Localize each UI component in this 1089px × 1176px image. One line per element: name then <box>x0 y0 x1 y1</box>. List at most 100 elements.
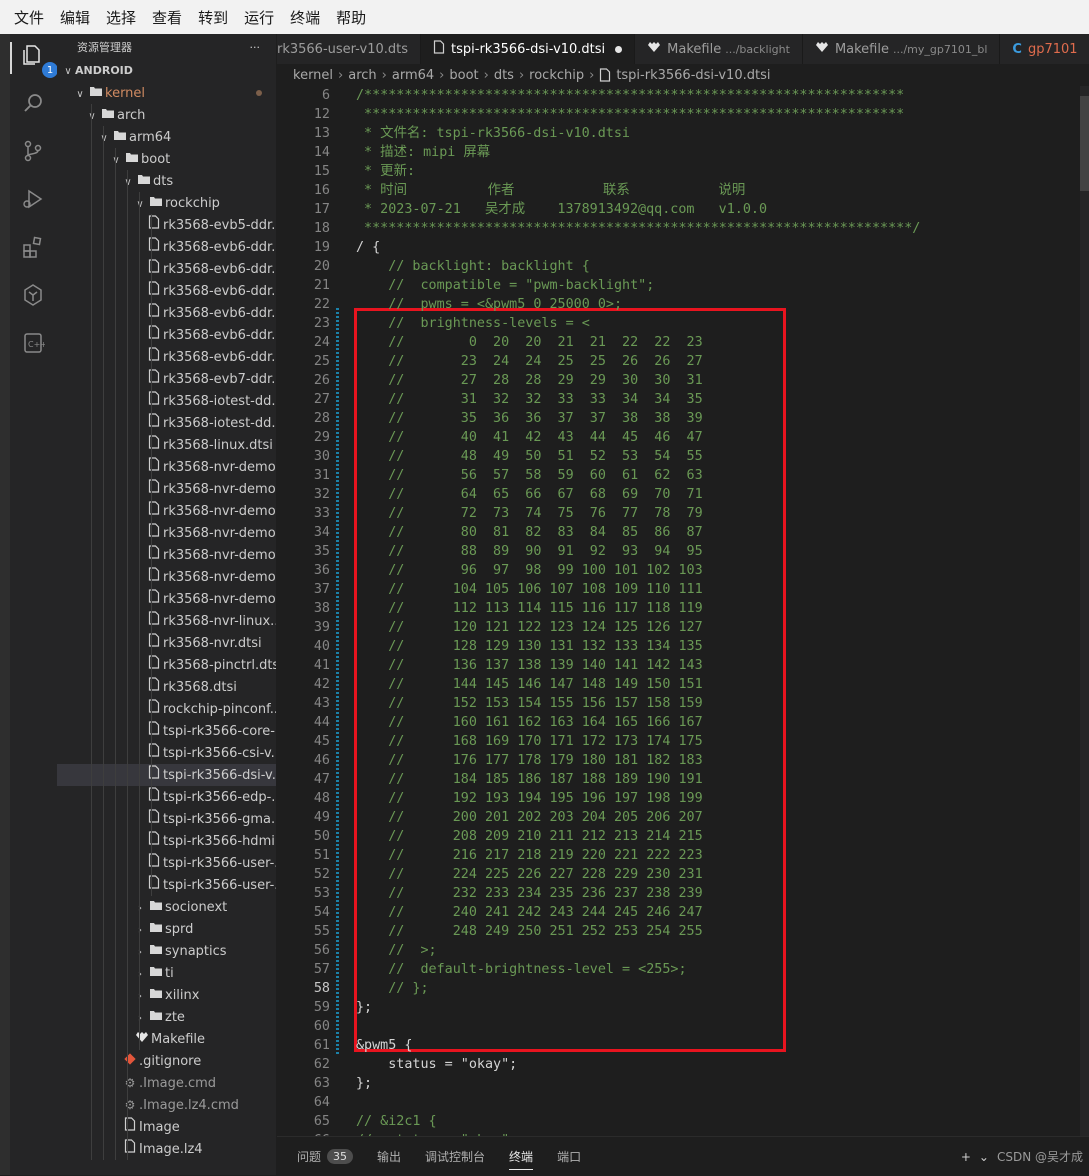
breadcrumb-item[interactable]: boot <box>449 68 478 83</box>
tree-item-file[interactable]: tspi-rk3566-dsi-v... <box>57 764 276 786</box>
tree-item-folder[interactable]: › ti <box>57 962 276 984</box>
tree-item-file[interactable]: rockchip-pinconf.... <box>57 698 276 720</box>
tree-item-file[interactable]: rk3568-evb6-ddr... <box>57 302 276 324</box>
breadcrumb-item[interactable]: arch <box>348 68 376 83</box>
add-terminal-icon[interactable]: + <box>961 1150 971 1164</box>
indent-guide <box>91 434 92 456</box>
unsaved-dot-icon[interactable] <box>615 45 623 53</box>
menu-item[interactable]: 运行 <box>236 7 282 28</box>
tree-item-git[interactable]: .gitignore <box>57 1050 276 1072</box>
menu-item[interactable]: 转到 <box>190 7 236 28</box>
tree-item-folder[interactable]: › xilinx <box>57 984 276 1006</box>
more-actions-icon[interactable]: ··· <box>250 41 261 54</box>
tree-item-file[interactable]: rk3568-nvr.dtsi <box>57 632 276 654</box>
panel-tab-label: 端口 <box>557 1150 582 1164</box>
tree-item-folder[interactable]: › sprd <box>57 918 276 940</box>
tree-item-file[interactable]: rk3568-linux.dtsi <box>57 434 276 456</box>
run-debug-icon[interactable] <box>20 186 46 212</box>
breadcrumb-item[interactable]: dts <box>494 68 514 83</box>
tree-item-folder[interactable]: ∨ kernel <box>57 82 276 104</box>
breadcrumb-item[interactable]: kernel <box>293 68 333 83</box>
tree-item-folder[interactable]: ∨ boot <box>57 148 276 170</box>
menu-item[interactable]: 编辑 <box>52 7 98 28</box>
tree-item-file[interactable]: tspi-rk3566-csi-v... <box>57 742 276 764</box>
source-control-icon[interactable] <box>20 138 46 164</box>
tree-item-file[interactable]: rk3568-evb6-ddr... <box>57 346 276 368</box>
tree-item-file[interactable]: rk3568-nvr-demo... <box>57 588 276 610</box>
tree-item-folder[interactable]: ∨ dts <box>57 170 276 192</box>
file-icon <box>145 786 163 808</box>
tree-item-gear[interactable]: ⚙ .Image.cmd <box>57 1072 276 1094</box>
tree-item-folder[interactable]: ∨ arch <box>57 104 276 126</box>
menu-item[interactable]: 终端 <box>282 7 328 28</box>
tree-item-file[interactable]: rk3568-nvr-demo... <box>57 456 276 478</box>
editor-tab[interactable]: tspi-rk3566-dsi-v10.dtsi <box>421 34 636 64</box>
code-text: // 176 177 178 179 180 181 182 183 <box>356 753 703 768</box>
tree-item-file[interactable]: tspi-rk3566-user-... <box>57 874 276 896</box>
tree-item-file[interactable]: rk3568-evb6-ddr... <box>57 324 276 346</box>
menu-item[interactable]: 选择 <box>98 7 144 28</box>
menu-item[interactable]: 查看 <box>144 7 190 28</box>
tree-item-file[interactable]: tspi-rk3566-hdmi... <box>57 830 276 852</box>
indent-guide <box>91 302 92 324</box>
menu-item[interactable]: 帮助 <box>328 7 374 28</box>
tree-item-file[interactable]: rk3568-evb6-ddr... <box>57 236 276 258</box>
tree-item-makefile[interactable]: Makefile <box>57 1028 276 1050</box>
tree-item-file[interactable]: rk3568.dtsi <box>57 676 276 698</box>
indent-guide <box>115 852 116 874</box>
tree-item-file[interactable]: rk3568-evb7-ddr... <box>57 368 276 390</box>
tree-item-file[interactable]: rk3568-nvr-demo... <box>57 500 276 522</box>
tree-item-file[interactable]: Image.lz4 <box>57 1138 276 1160</box>
tree-item-folder[interactable]: › socionext <box>57 896 276 918</box>
tree-item-file[interactable]: rk3568-nvr-demo... <box>57 544 276 566</box>
panel-tab[interactable]: 终端 <box>497 1137 545 1176</box>
chevron-down-icon[interactable]: ⌄ <box>979 1150 989 1164</box>
tree-item-file[interactable]: rk3568-evb6-ddr... <box>57 280 276 302</box>
code-line: 17 * 2023-07-21 吴才成 1378913492@qq.com v1… <box>277 200 1089 219</box>
tree-item-file[interactable]: rk3568-nvr-demo... <box>57 566 276 588</box>
tree-item-root[interactable]: ∨ ANDROID <box>57 60 276 82</box>
remote-explorer-icon[interactable] <box>20 282 46 308</box>
tree-item-file[interactable]: rk3568-pinctrl.dtsi <box>57 654 276 676</box>
editor-tab[interactable]: rk3566-user-v10.dts <box>277 34 422 64</box>
tree-item-label: dts <box>153 174 174 189</box>
code-view[interactable]: 6 /**************************************… <box>277 86 1089 1136</box>
tree-item-file[interactable]: tspi-rk3566-user-... <box>57 852 276 874</box>
indent-guide <box>115 346 116 368</box>
tree-item-folder[interactable]: › synaptics <box>57 940 276 962</box>
tree-item-file[interactable]: rk3568-nvr-demo... <box>57 522 276 544</box>
tree-item-file[interactable]: Image <box>57 1116 276 1138</box>
tree-item-file[interactable]: rk3568-iotest-dd... <box>57 390 276 412</box>
tree-item-file[interactable]: rk3568-evb6-ddr... <box>57 258 276 280</box>
tree-item-file[interactable]: rk3568-nvr-demo... <box>57 478 276 500</box>
scroll-thumb[interactable] <box>1080 96 1089 191</box>
tree-item-folder[interactable]: › zte <box>57 1006 276 1028</box>
editor-tab[interactable]: Makefile .../backlight <box>635 34 803 64</box>
breadcrumb-item[interactable]: rockchip <box>529 68 584 83</box>
tree-item-file[interactable]: tspi-rk3566-core-... <box>57 720 276 742</box>
vertical-scrollbar[interactable] <box>1080 86 1089 1136</box>
cpp-ext-icon[interactable]: C++ <box>20 330 46 356</box>
chevron-down-icon: ∨ <box>121 172 135 192</box>
tree-item-file[interactable]: tspi-rk3566-gma... <box>57 808 276 830</box>
tree-item-folder[interactable]: ∨ arm64 <box>57 126 276 148</box>
menu-item[interactable]: 文件 <box>0 7 52 28</box>
editor-tab[interactable]: Cgp7101 <box>1000 34 1089 64</box>
search-icon[interactable] <box>20 90 46 116</box>
files-icon[interactable]: 1 <box>20 42 58 78</box>
tree-item-gear[interactable]: ⚙ .Image.lz4.cmd <box>57 1094 276 1116</box>
tree-item-file[interactable]: rk3568-nvr-linux.... <box>57 610 276 632</box>
watermark-text: CSDN @吴才成 <box>996 1150 1083 1164</box>
panel-tab[interactable]: 输出 <box>365 1137 413 1176</box>
tree-item-file[interactable]: rk3568-iotest-dd... <box>57 412 276 434</box>
breadcrumb-item[interactable]: arm64 <box>392 68 434 83</box>
tree-item-folder[interactable]: ∨ rockchip <box>57 192 276 214</box>
tree-item-file[interactable]: rk3568-evb5-ddr... <box>57 214 276 236</box>
extensions-icon[interactable] <box>20 234 46 260</box>
panel-tab[interactable]: 问题 35 <box>277 1137 365 1176</box>
tree-item-file[interactable]: tspi-rk3566-edp-... <box>57 786 276 808</box>
panel-tab[interactable]: 调试控制台 <box>413 1137 497 1176</box>
editor-tab[interactable]: Makefile .../my_gp7101_bl <box>803 34 1001 64</box>
breadcrumb-item[interactable]: tspi-rk3566-dsi-v10.dtsi <box>616 68 770 83</box>
panel-tab[interactable]: 端口 <box>545 1137 593 1176</box>
